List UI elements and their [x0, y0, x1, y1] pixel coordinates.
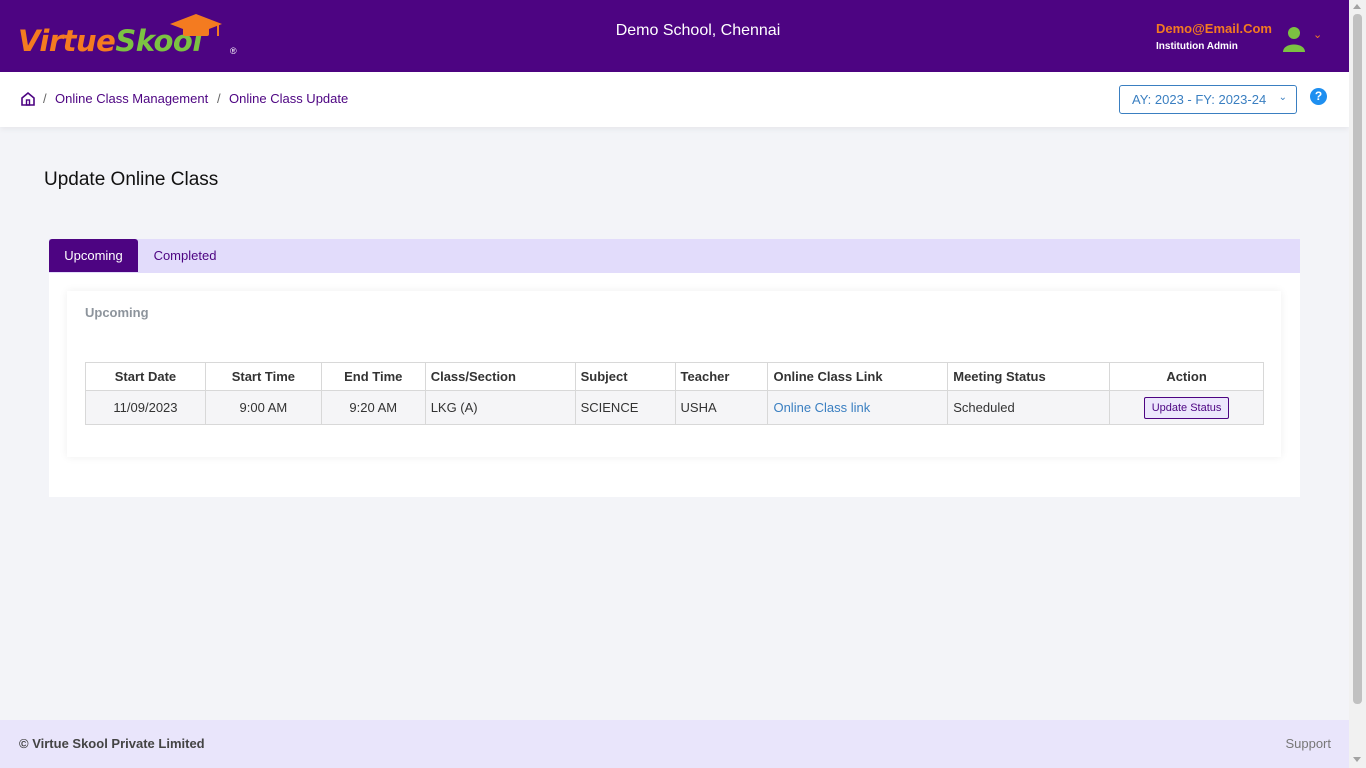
breadcrumb-separator: /	[43, 91, 47, 106]
home-icon[interactable]	[20, 91, 36, 107]
upcoming-card: Upcoming Start Date Start Time End Time …	[67, 291, 1281, 457]
scroll-down-arrow-icon[interactable]	[1353, 757, 1361, 762]
column-header: Meeting Status	[947, 362, 1111, 391]
meeting-status-cell: Scheduled	[947, 390, 1111, 425]
tab-completed[interactable]: Completed	[138, 239, 232, 272]
top-header: VirtueSkool ® Demo School, Chennai Demo@…	[0, 0, 1349, 72]
vertical-scrollbar[interactable]	[1349, 0, 1366, 768]
table-row: 11/09/2023 9:00 AM 9:20 AM LKG (A) SCIEN…	[85, 390, 1264, 425]
column-header: Teacher	[674, 362, 769, 391]
section-title: Upcoming	[85, 305, 149, 320]
column-header: Action	[1109, 362, 1264, 391]
table-header-row: Start Date Start Time End Time Class/Sec…	[85, 362, 1264, 391]
online-class-link[interactable]: Online Class link	[773, 400, 870, 415]
footer: © Virtue Skool Private Limited Support	[0, 720, 1349, 768]
user-role: Institution Admin	[1156, 41, 1238, 52]
online-class-link-cell: Online Class link	[767, 390, 949, 425]
online-class-table: Start Date Start Time End Time Class/Sec…	[85, 362, 1264, 425]
user-email[interactable]: Demo@Email.Com	[1156, 21, 1272, 36]
breadcrumb-bar: / Online Class Management / Online Class…	[0, 72, 1349, 127]
class-section-cell: LKG (A)	[424, 390, 576, 425]
column-header: Online Class Link	[767, 362, 949, 391]
chevron-down-icon: ⌄	[1278, 92, 1287, 103]
academic-year-select[interactable]: AY: 2023 - FY: 2023-24 ⌄	[1119, 85, 1297, 114]
update-status-button[interactable]: Update Status	[1143, 396, 1230, 419]
tab-bar: Upcoming Completed	[49, 239, 1300, 273]
start-time-cell: 9:00 AM	[204, 390, 322, 425]
scroll-thumb[interactable]	[1353, 14, 1362, 704]
teacher-cell: USHA	[674, 390, 769, 425]
column-header: Start Date	[85, 362, 206, 391]
column-header: Class/Section	[424, 362, 576, 391]
academic-year-value: AY: 2023 - FY: 2023-24	[1132, 92, 1267, 107]
copyright-text: © Virtue Skool Private Limited	[19, 736, 205, 751]
help-icon[interactable]: ?	[1310, 88, 1327, 105]
user-avatar-icon[interactable]	[1282, 26, 1306, 52]
breadcrumb-online-class-management[interactable]: Online Class Management	[55, 91, 208, 106]
column-header: Subject	[574, 362, 676, 391]
breadcrumb-online-class-update[interactable]: Online Class Update	[229, 91, 348, 106]
support-link[interactable]: Support	[1285, 736, 1331, 751]
tab-upcoming[interactable]: Upcoming	[49, 239, 138, 272]
column-header: End Time	[320, 362, 426, 391]
start-date-cell: 11/09/2023	[85, 390, 206, 425]
breadcrumb-separator: /	[217, 91, 221, 106]
tab-panel: Upcoming Start Date Start Time End Time …	[49, 273, 1300, 497]
registered-mark: ®	[230, 46, 237, 56]
page-title: Update Online Class	[44, 169, 219, 190]
end-time-cell: 9:20 AM	[320, 390, 426, 425]
scroll-up-arrow-icon[interactable]	[1353, 4, 1361, 9]
subject-cell: SCIENCE	[574, 390, 676, 425]
chevron-down-icon[interactable]: ⌄	[1313, 28, 1322, 41]
action-cell: Update Status	[1109, 390, 1264, 425]
column-header: Start Time	[204, 362, 322, 391]
